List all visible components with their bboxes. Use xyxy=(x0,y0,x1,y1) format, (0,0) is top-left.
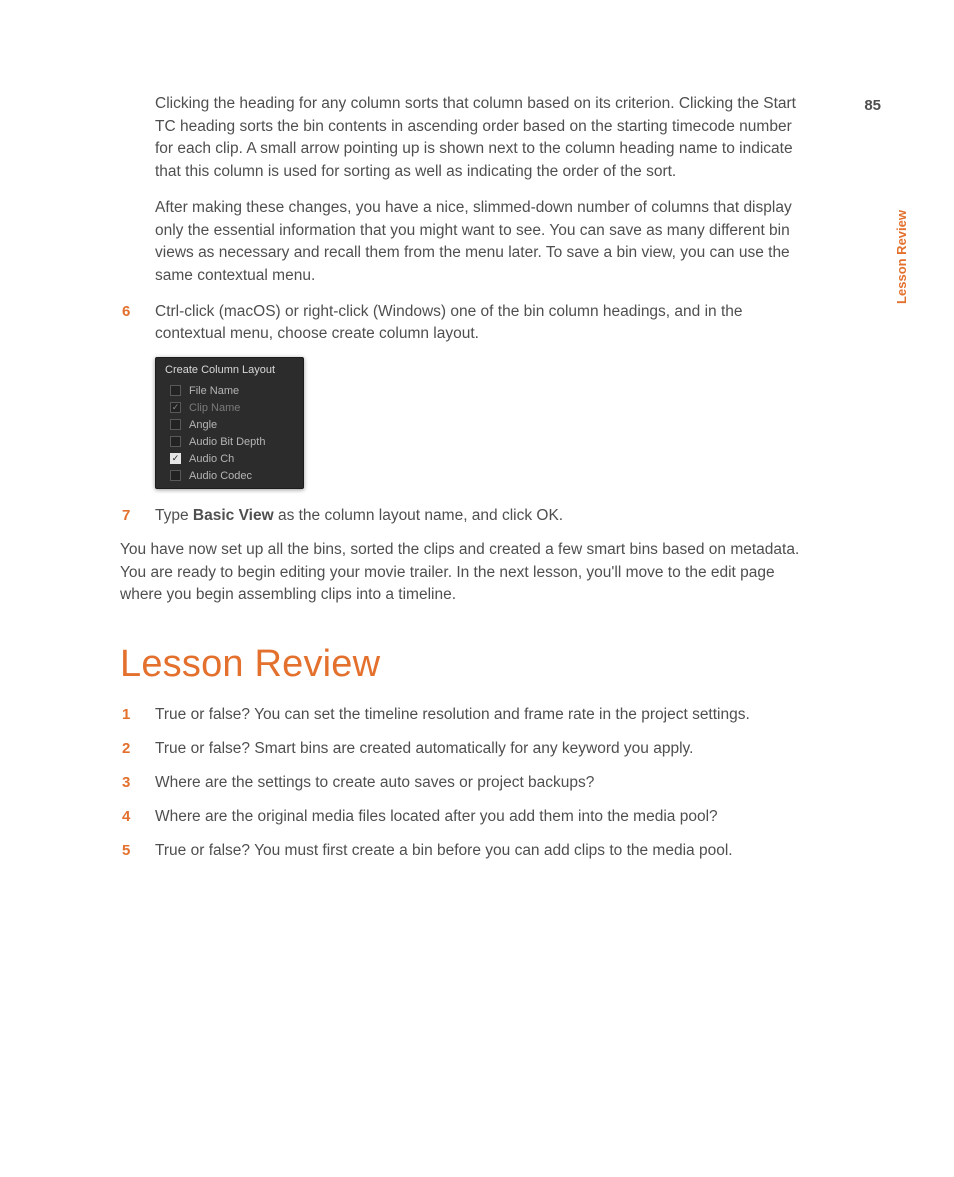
lesson-review-heading: Lesson Review xyxy=(120,643,800,686)
review-text: Where are the original media files locat… xyxy=(155,808,718,825)
context-menu-item[interactable]: Angle xyxy=(156,416,303,433)
review-text: True or false? You must first create a b… xyxy=(155,842,733,859)
context-menu-item-label: Angle xyxy=(189,419,294,431)
context-menu-item-label: Audio Bit Depth xyxy=(189,436,294,448)
context-menu-item[interactable]: ✓ Audio Ch xyxy=(156,450,303,467)
step-number: 7 xyxy=(122,505,130,527)
context-menu-header: Create Column Layout xyxy=(156,358,303,382)
context-menu-item-label: Audio Codec xyxy=(189,470,294,482)
review-question: 1True or false? You can set the timeline… xyxy=(155,704,800,726)
step-number: 6 xyxy=(122,301,130,323)
review-text: True or false? You can set the timeline … xyxy=(155,706,750,723)
context-menu-column-layout: Create Column Layout File Name ✓ Clip Name… xyxy=(155,357,304,489)
paragraph-closing: You have now set up all the bins, sorted… xyxy=(120,539,800,607)
review-number: 3 xyxy=(122,772,130,794)
checkbox-icon[interactable] xyxy=(170,470,181,481)
checkbox-icon[interactable]: ✓ xyxy=(170,402,181,413)
review-question: 4Where are the original media files loca… xyxy=(155,806,800,828)
content-column: Clicking the heading for any column sort… xyxy=(120,93,800,874)
checkbox-icon[interactable]: ✓ xyxy=(170,453,181,464)
context-menu-item-label: Audio Ch xyxy=(189,453,294,465)
context-menu-item-label: File Name xyxy=(189,385,294,397)
paragraph-bin-views: After making these changes, you have a n… xyxy=(155,197,800,287)
review-question: 2True or false? Smart bins are created a… xyxy=(155,738,800,760)
step-text: Ctrl-click (macOS) or right-click (Windo… xyxy=(155,303,743,342)
review-text: True or false? Smart bins are created au… xyxy=(155,740,693,757)
step-text-prefix: Type xyxy=(155,507,193,524)
review-question: 3Where are the settings to create auto s… xyxy=(155,772,800,794)
side-section-label: Lesson Review xyxy=(894,210,909,304)
step-7: 7 Type Basic View as the column layout n… xyxy=(155,505,800,527)
step-6: 6 Ctrl-click (macOS) or right-click (Win… xyxy=(155,301,800,345)
checkbox-icon[interactable] xyxy=(170,436,181,447)
review-question: 5True or false? You must first create a … xyxy=(155,840,800,862)
review-text: Where are the settings to create auto sa… xyxy=(155,774,594,791)
review-number: 5 xyxy=(122,840,130,862)
step-text-suffix: as the column layout name, and click OK. xyxy=(274,507,563,524)
review-number: 1 xyxy=(122,704,130,726)
paragraph-sort-explanation: Clicking the heading for any column sort… xyxy=(155,93,800,183)
page: 85 Lesson Review Clicking the heading fo… xyxy=(0,0,954,1177)
review-number: 2 xyxy=(122,738,130,760)
context-menu-item[interactable]: Audio Bit Depth xyxy=(156,433,303,450)
context-menu-item[interactable]: ✓ Clip Name xyxy=(156,399,303,416)
checkbox-icon[interactable] xyxy=(170,385,181,396)
page-number: 85 xyxy=(864,97,881,114)
step-text-bold: Basic View xyxy=(193,507,274,524)
context-menu-item[interactable]: Audio Codec xyxy=(156,467,303,484)
review-number: 4 xyxy=(122,806,130,828)
context-menu-item-label: Clip Name xyxy=(189,402,294,414)
context-menu-item[interactable]: File Name xyxy=(156,382,303,399)
checkbox-icon[interactable] xyxy=(170,419,181,430)
